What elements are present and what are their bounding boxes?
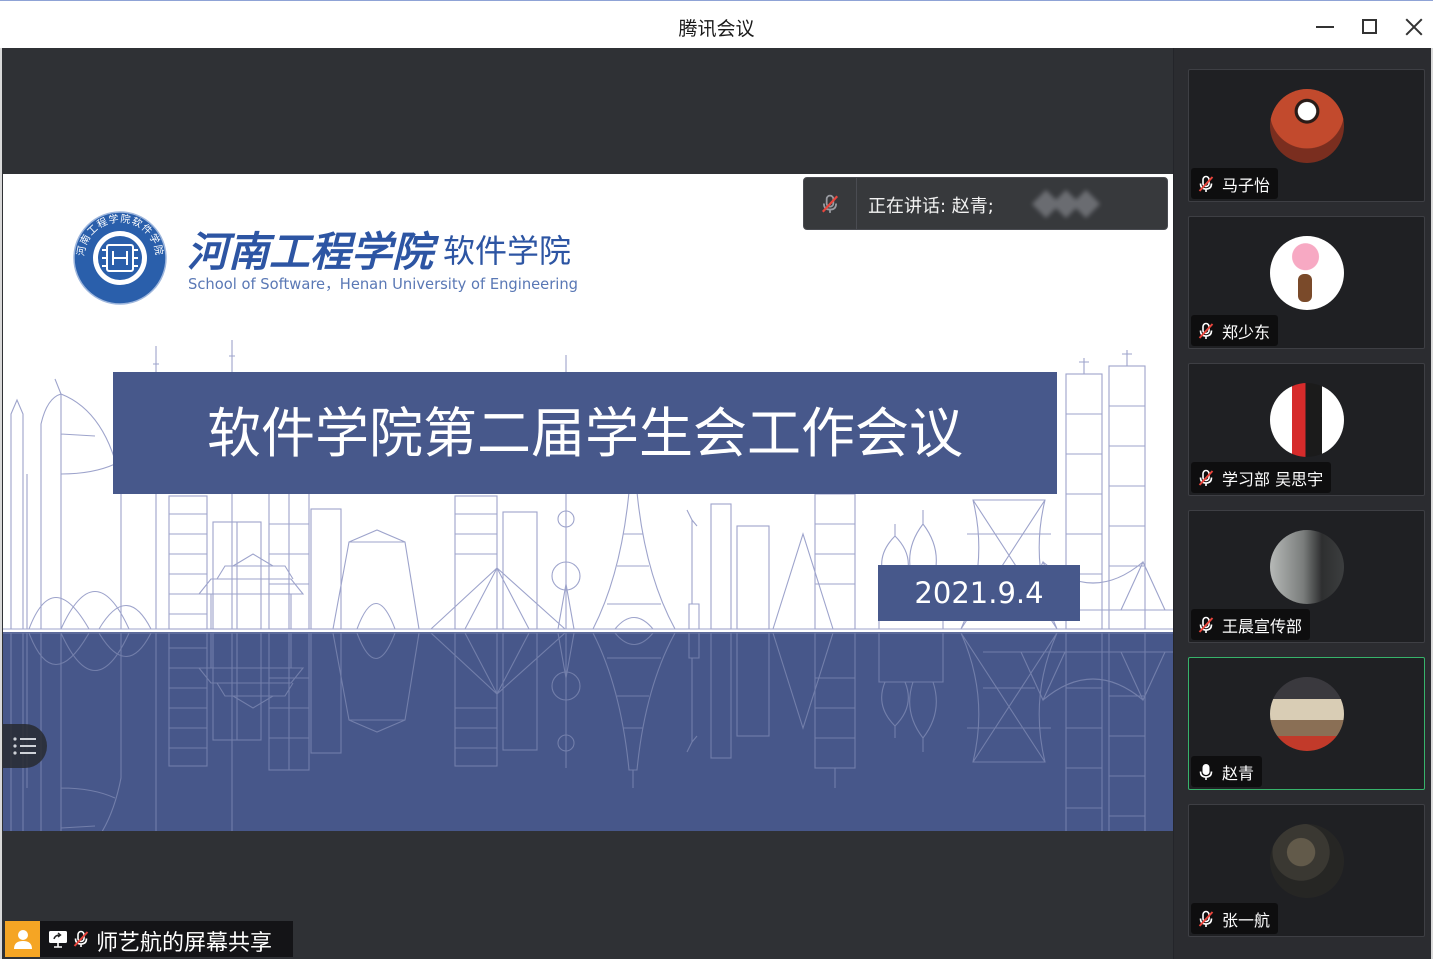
mic-muted-icon [1198, 322, 1214, 339]
participant-name-tag: 张一航 [1191, 903, 1279, 934]
divider [856, 178, 857, 229]
school-name-english: School of Software，Henan University of E… [188, 275, 578, 293]
minimize-button[interactable] [1307, 9, 1343, 45]
maximize-button[interactable] [1352, 9, 1388, 45]
avatar [1270, 383, 1344, 457]
shared-screen-stage[interactable]: 河南工程学院软件学院 河南工程学院 软件学院 School of Softwar… [2, 48, 1173, 959]
window-title: 腾讯会议 [678, 18, 755, 40]
participant-name-tag: 王晨宣传部 [1191, 609, 1311, 640]
participant-tile[interactable]: 学习部 吴思宇 [1188, 363, 1425, 496]
avatar [1270, 530, 1344, 604]
participant-tile[interactable]: 郑少东 [1188, 216, 1425, 349]
mic-muted-icon [1198, 175, 1214, 192]
speaking-indicator[interactable]: 正在讲话: 赵青; [803, 177, 1168, 230]
participant-name: 王晨宣传部 [1222, 616, 1303, 636]
mic-muted-icon [73, 930, 89, 947]
screen-share-owner: 师艺航的屏幕共享 [96, 931, 273, 956]
participant-name-tag: 学习部 吴思宇 [1191, 462, 1332, 493]
participant-name: 郑少东 [1222, 322, 1271, 342]
maximize-icon [1362, 19, 1377, 34]
list-icon [13, 737, 36, 755]
close-button[interactable] [1396, 9, 1432, 45]
participant-video-panel[interactable]: 马子怡 郑少东 学习部 吴思宇 王晨宣传部 赵青 张一航 [1173, 48, 1431, 959]
slide-water-band [3, 632, 1173, 831]
screen-share-label: 师艺航的屏幕共享 [5, 921, 293, 957]
screen-share-icon [49, 931, 67, 948]
mic-muted-icon [821, 194, 839, 213]
mic-muted-icon [1198, 910, 1214, 927]
participant-name: 赵青 [1222, 763, 1255, 783]
mic-icon [1199, 763, 1213, 780]
participant-name: 学习部 吴思宇 [1222, 469, 1324, 489]
speaking-label: 正在讲话: 赵青; [868, 196, 994, 217]
avatar [1270, 677, 1344, 751]
person-icon [14, 930, 32, 949]
slide-canvas: 河南工程学院软件学院 河南工程学院 软件学院 School of Softwar… [3, 174, 1173, 831]
slide-title: 软件学院第二届学生会工作会议 [207, 402, 963, 465]
school-name: 河南工程学院 [187, 228, 440, 276]
participant-name-tag: 郑少东 [1191, 315, 1279, 346]
participant-tile[interactable]: 赵青 [1188, 657, 1425, 790]
participant-tile[interactable]: 张一航 [1188, 804, 1425, 937]
avatar [1270, 89, 1344, 163]
participant-name-tag: 马子怡 [1191, 168, 1279, 199]
mic-muted-icon [1198, 616, 1214, 633]
college-name: 软件学院 [443, 232, 571, 270]
participant-tile[interactable]: 王晨宣传部 [1188, 510, 1425, 643]
shared-slide: 河南工程学院软件学院 河南工程学院 软件学院 School of Softwar… [3, 174, 1173, 831]
participant-name: 马子怡 [1222, 175, 1271, 195]
participant-name-tag: 赵青 [1191, 756, 1263, 787]
presenter-avatar [5, 921, 40, 957]
avatar [1270, 824, 1344, 898]
speaker-avatar-blur [1030, 189, 1102, 219]
slide-date: 2021.9.4 [914, 576, 1043, 610]
meeting-main: 河南工程学院软件学院 河南工程学院 软件学院 School of Softwar… [2, 48, 1431, 959]
title-bar: 腾讯会议 [0, 0, 1433, 48]
minimize-icon [1316, 26, 1334, 28]
participant-name: 张一航 [1222, 910, 1271, 930]
school-logo-seal: 河南工程学院软件学院 [73, 211, 167, 305]
mic-muted-icon [1198, 469, 1214, 486]
toolbar-menu-button[interactable] [3, 724, 47, 768]
participant-tile[interactable]: 马子怡 [1188, 69, 1425, 202]
avatar [1270, 236, 1344, 310]
